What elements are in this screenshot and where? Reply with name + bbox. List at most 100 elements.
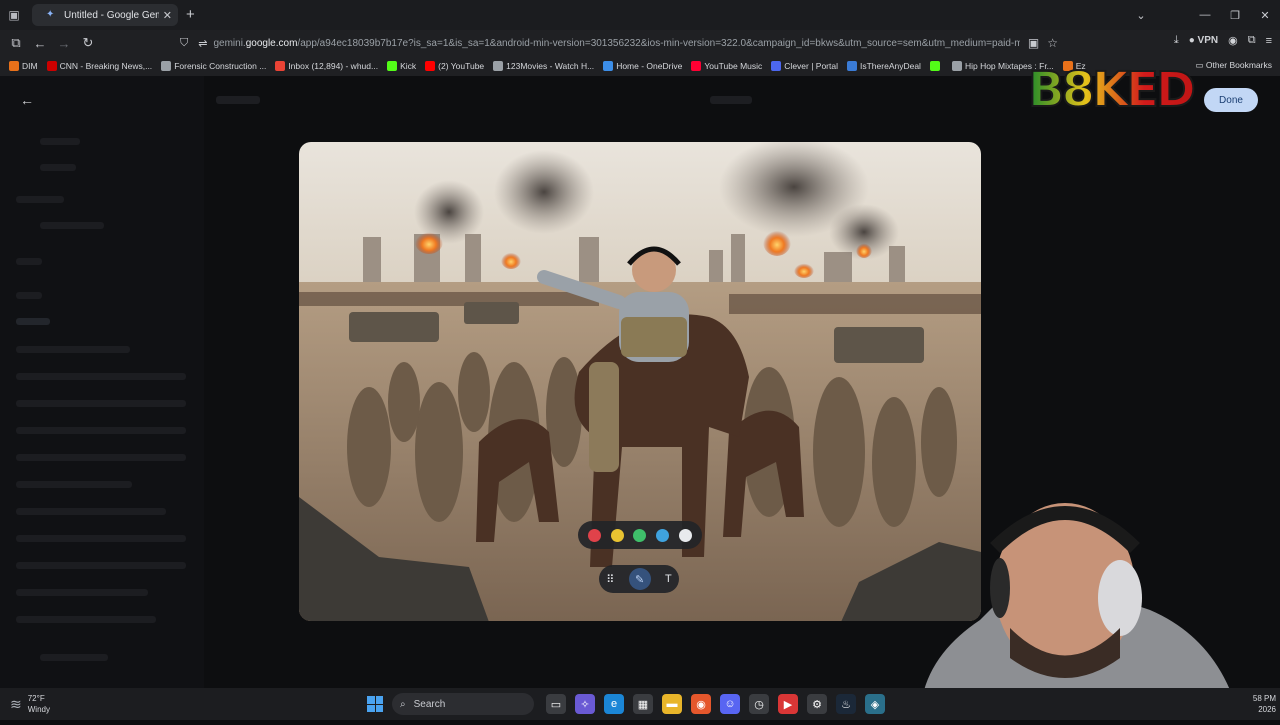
green-color-swatch[interactable]	[633, 528, 647, 542]
bookmark-favicon-icon	[847, 61, 857, 71]
bookmark-favicon-icon	[387, 61, 398, 71]
bookmark-favicon-icon	[493, 61, 504, 71]
address-bar[interactable]: ⛉ ⇌ gemini.google.com/app/a94ec18039b7b1…	[176, 32, 1058, 54]
white-color-swatch[interactable]	[679, 528, 693, 542]
discord-icon[interactable]: ☺	[720, 694, 740, 714]
taskbar-search[interactable]: ⌕ Search	[392, 693, 534, 715]
logo-text: B8KED	[1028, 62, 1194, 116]
profile-icon[interactable]: ◉	[1228, 34, 1238, 47]
reload-icon[interactable]: ↻	[76, 35, 100, 51]
vpn-button[interactable]: ● VPN	[1189, 35, 1218, 46]
system-clock[interactable]: 58 PM 2026	[1236, 693, 1276, 715]
bookmark-item[interactable]: Forensic Construction ...	[161, 61, 266, 71]
tab-list-icon[interactable]: ▣	[0, 0, 28, 30]
bookmark-label: Clever | Portal	[784, 61, 838, 71]
sidebar-placeholder	[40, 222, 104, 229]
url-text[interactable]: gemini.google.com/app/a94ec18039b7b17e?i…	[213, 38, 1019, 49]
toolbar-right: ⤓ ● VPN ◉ ⧉ ≡	[1174, 34, 1272, 47]
steam-icon[interactable]: ♨	[836, 694, 856, 714]
drag-handle-icon[interactable]: ⠿	[606, 573, 614, 586]
bookmark-favicon-icon	[425, 61, 436, 71]
media-player-icon[interactable]: ▶	[778, 694, 798, 714]
yellow-color-swatch[interactable]	[610, 528, 624, 542]
weather-widget[interactable]: ≋ 72°F Windy	[10, 693, 50, 715]
edit-tool-bar: ⠿ ✎ T	[599, 565, 679, 593]
bookmark-item[interactable]: Home - OneDrive	[603, 61, 682, 71]
menu-icon[interactable]: ≡	[1266, 35, 1272, 47]
bookmark-item[interactable]: CNN - Breaking News,...	[46, 61, 152, 71]
bookmark-item[interactable]: DIM	[9, 61, 38, 71]
clock-time: 58 PM	[1252, 694, 1276, 703]
bookmark-favicon-icon	[603, 61, 614, 71]
sidebar-placeholder	[16, 589, 148, 596]
screenshot-icon[interactable]: ▣	[1028, 36, 1039, 50]
bookmark-item[interactable]: 123Movies - Watch H...	[493, 61, 594, 71]
page-header-placeholder	[216, 96, 260, 104]
red-color-swatch[interactable]	[587, 528, 601, 542]
bookmark-label: Home - OneDrive	[616, 61, 683, 71]
bookmark-favicon-icon	[9, 61, 19, 71]
bookmark-label: (2) YouTube	[438, 61, 485, 71]
sidebar-placeholder	[16, 427, 186, 434]
restore-icon[interactable]: ❐	[1220, 9, 1250, 22]
back-icon[interactable]: ←	[28, 36, 52, 51]
clock-date: 2026	[1258, 705, 1276, 714]
war-scene-illustration	[299, 142, 981, 621]
extensions-icon[interactable]: ⧉	[1248, 34, 1256, 47]
task-view-icon[interactable]: ▭	[546, 694, 566, 714]
download-icon[interactable]: ⤓	[1174, 34, 1179, 47]
bookmark-item[interactable]: IsThereAnyDeal	[847, 61, 921, 71]
copilot-icon[interactable]: ✧	[575, 694, 595, 714]
windows-taskbar: ≋ 72°F Windy ⌕ Search ▭ ✧ e ▦ ▬ ◉ ☺ ◷ ▶ …	[0, 688, 1280, 720]
bookmark-item[interactable]: Clever | Portal	[771, 61, 838, 71]
sidebar-placeholder	[16, 454, 186, 461]
app-icon[interactable]: ◈	[865, 694, 885, 714]
bookmark-label: Forensic Construction ...	[174, 61, 267, 71]
blue-color-swatch[interactable]	[656, 528, 670, 542]
streamer-logo: B8KED	[1024, 61, 1224, 119]
close-tab-icon[interactable]: ✕	[163, 9, 172, 22]
bookmark-favicon-icon	[951, 61, 962, 71]
sidebar-placeholder	[16, 258, 42, 265]
window-controls: ⌄ — ❐ ✕	[1126, 0, 1280, 30]
generated-image[interactable]	[299, 142, 981, 621]
bookmark-item[interactable]: (2) YouTube	[425, 61, 484, 71]
settings-gear-icon[interactable]: ⚙	[807, 694, 827, 714]
pen-tool-icon[interactable]: ✎	[628, 568, 651, 590]
bookmark-label: Kick	[400, 61, 417, 71]
clock-app-icon[interactable]: ◷	[749, 694, 769, 714]
page-settings-icon[interactable]: ⇌	[198, 37, 207, 50]
gemini-favicon-icon: ✦	[46, 9, 55, 20]
taskbar-apps: ▭ ✧ e ▦ ▬ ◉ ☺ ◷ ▶ ⚙ ♨ ◈	[546, 694, 885, 714]
active-tab[interactable]: ✦ Untitled - Google Gemini ✕	[32, 4, 178, 26]
bookmark-item[interactable]: Inbox (12,894) - whud...	[275, 61, 378, 71]
store-icon[interactable]: ▦	[633, 694, 653, 714]
start-menu-icon[interactable]	[367, 696, 383, 712]
edge-icon[interactable]: e	[604, 694, 624, 714]
file-explorer-icon[interactable]: ▬	[662, 694, 682, 714]
bookmark-label: IsThereAnyDeal	[860, 61, 921, 71]
bookmark-star-icon[interactable]: ☆	[1047, 36, 1058, 50]
text-tool-icon[interactable]: T	[665, 573, 672, 585]
sidebar-placeholder	[16, 481, 132, 488]
bookmark-label: YouTube Music	[704, 61, 763, 71]
back-arrow-icon[interactable]: ←	[20, 92, 34, 108]
sidebar-placeholder	[16, 292, 42, 299]
forward-icon[interactable]: →	[52, 36, 76, 51]
bookmark-favicon-icon	[929, 61, 940, 71]
bookmark-item[interactable]: Kick	[387, 61, 416, 71]
firefox-icon[interactable]: ◉	[691, 694, 711, 714]
site-info-icon[interactable]: ⛉	[180, 37, 188, 50]
chevron-down-icon[interactable]: ⌄	[1126, 9, 1156, 22]
sidebar-placeholder	[16, 562, 186, 569]
sidebar-placeholder	[40, 164, 76, 171]
close-window-icon[interactable]: ✕	[1250, 9, 1280, 22]
bookmark-item[interactable]: YouTube Music	[691, 61, 762, 71]
new-tab-icon[interactable]: +	[186, 7, 195, 23]
minimize-icon[interactable]: —	[1190, 9, 1220, 21]
bookmark-favicon-icon	[771, 61, 782, 71]
bookmark-item[interactable]	[929, 61, 943, 71]
sidebar-toggle-icon[interactable]: ⧉	[4, 35, 28, 51]
draw-color-palette	[578, 521, 702, 549]
bookmark-label: DIM	[22, 61, 38, 71]
